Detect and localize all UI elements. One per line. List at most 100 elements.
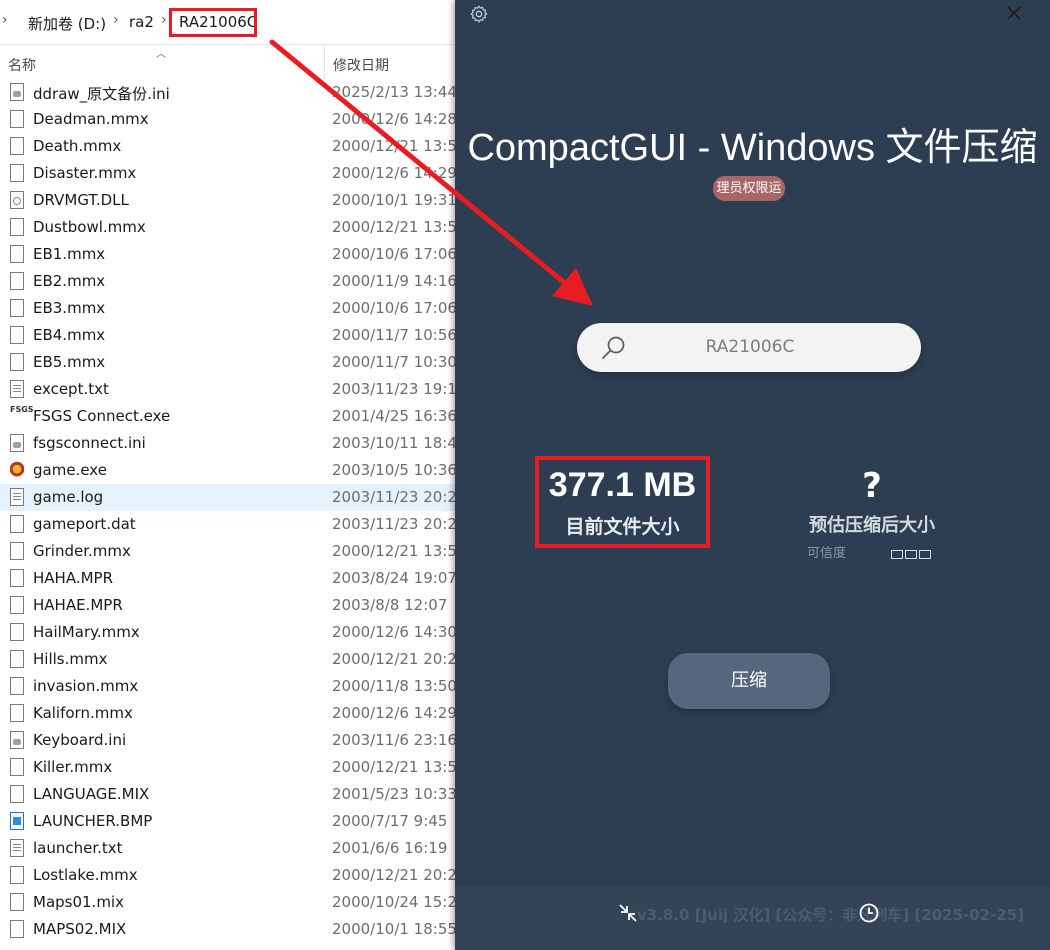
file-file-icon — [10, 110, 24, 128]
settings-gear-icon[interactable] — [469, 4, 489, 24]
file-date: 2000/12/21 20:25 — [332, 866, 467, 884]
file-file-icon — [10, 245, 24, 263]
file-row[interactable]: EB2.mmx 2000/11/9 14:16 — [0, 268, 460, 295]
file-name: FSGS Connect.exe — [33, 407, 171, 425]
file-row[interactable]: LAUNCHER.BMP 2000/7/17 9:45 — [0, 808, 460, 835]
file-row[interactable]: HailMary.mmx 2000/12/6 14:30 — [0, 619, 460, 646]
file-row[interactable]: Keyboard.ini 2003/11/6 23:16 — [0, 727, 460, 754]
current-size-value: 377.1 MB — [548, 466, 697, 504]
file-file-icon — [10, 272, 24, 290]
file-file-icon — [10, 704, 24, 722]
selected-folder-name: RA21006C — [705, 337, 795, 357]
file-row[interactable]: EB4.mmx 2000/11/7 10:56 — [0, 322, 460, 349]
chevron-right-icon: › — [161, 12, 167, 28]
file-file-icon — [10, 758, 24, 776]
chevron-right-icon: › — [2, 12, 8, 28]
file-name: Death.mmx — [33, 137, 122, 155]
file-row[interactable]: HAHAE.MPR 2003/8/8 12:07 — [0, 592, 460, 619]
compress-button[interactable]: 压缩 — [668, 653, 830, 709]
file-date: 2000/12/21 13:50 — [332, 137, 467, 155]
file-file-icon — [10, 218, 24, 236]
file-date: 2003/11/23 19:11 — [332, 380, 467, 398]
file-row[interactable]: ddraw_原文备份.ini 2025/2/13 13:44 — [0, 79, 460, 106]
file-date: 2001/6/6 16:19 — [332, 839, 448, 857]
confidence-label: 可信度 — [807, 546, 847, 561]
file-row[interactable]: Disaster.mmx 2000/12/6 14:29 — [0, 160, 460, 187]
chevron-right-icon: › — [113, 12, 119, 28]
file-name: Grinder.mmx — [33, 542, 131, 560]
file-name: invasion.mmx — [33, 677, 139, 695]
file-name: except.txt — [33, 380, 109, 398]
file-file-icon — [10, 893, 24, 911]
file-name: HailMary.mmx — [33, 623, 140, 641]
file-row[interactable]: EB5.mmx 2000/11/7 10:30 — [0, 349, 460, 376]
file-date: 2000/7/17 9:45 — [332, 812, 448, 830]
file-row[interactable]: Death.mmx 2000/12/21 13:50 — [0, 133, 466, 160]
file-date: 2003/8/8 12:07 — [332, 596, 448, 614]
file-name: Kaliforn.mmx — [33, 704, 133, 722]
column-header-date[interactable]: 修改日期 — [333, 55, 389, 75]
file-row[interactable]: game.exe 2003/10/5 10:36 — [0, 457, 460, 484]
file-row[interactable]: DRVMGT.DLL 2000/10/1 19:31 — [0, 187, 460, 214]
estimated-size-value: ? — [862, 466, 882, 506]
file-file-icon — [10, 785, 24, 803]
file-row[interactable]: MAPS02.MIX 2000/10/1 18:55 — [0, 916, 460, 943]
file-row[interactable]: launcher.txt 2001/6/6 16:19 — [0, 835, 460, 862]
file-date: 2003/8/24 19:07 — [332, 569, 457, 587]
clock-icon[interactable] — [858, 902, 880, 924]
file-row[interactable]: EB3.mmx 2000/10/6 17:06 — [0, 295, 460, 322]
file-date: 2001/5/23 10:33 — [332, 785, 457, 803]
file-ini-icon — [10, 83, 24, 101]
estimated-size-label: 预估压缩后大小 — [809, 515, 935, 536]
file-row[interactable]: Killer.mmx 2000/12/21 13:50 — [0, 754, 466, 781]
confidence-indicator — [891, 544, 933, 563]
file-row[interactable]: Grinder.mmx 2000/12/21 13:50 — [0, 538, 466, 565]
file-name: DRVMGT.DLL — [33, 191, 129, 209]
file-row[interactable]: gameport.dat 2003/11/23 20:22 — [0, 511, 466, 538]
file-row[interactable]: Hills.mmx 2000/12/21 20:25 — [0, 646, 466, 673]
file-row[interactable]: HAHA.MPR 2003/8/24 19:07 — [0, 565, 460, 592]
file-file-icon — [10, 650, 24, 668]
file-row[interactable]: game.log 2003/11/23 20:22 — [0, 484, 466, 511]
file-row[interactable]: fsgsconnect.ini 2003/10/11 18:47 — [0, 430, 466, 457]
breadcrumb-ra2[interactable]: ra2 — [129, 13, 154, 31]
file-ini-icon — [10, 731, 24, 749]
file-date: 2003/10/11 18:47 — [332, 434, 467, 452]
column-divider[interactable] — [324, 45, 325, 79]
file-file-icon — [10, 326, 24, 344]
file-date: 2000/11/7 10:56 — [332, 326, 457, 344]
file-name: Keyboard.ini — [33, 731, 127, 749]
file-name: EB4.mmx — [33, 326, 106, 344]
file-date: 2000/10/6 17:06 — [332, 299, 457, 317]
close-icon[interactable] — [1003, 2, 1025, 24]
file-txt-icon — [10, 488, 24, 506]
file-date: 2001/4/25 16:36 — [332, 407, 457, 425]
file-date: 2003/11/23 20:22 — [332, 488, 467, 506]
file-name: LANGUAGE.MIX — [33, 785, 150, 803]
file-name: HAHAE.MPR — [33, 596, 123, 614]
file-row[interactable]: except.txt 2003/11/23 19:11 — [0, 376, 466, 403]
file-row[interactable]: Deadman.mmx 2000/12/6 14:28 — [0, 106, 460, 133]
file-row[interactable]: Maps01.mix 2000/10/24 15:28 — [0, 889, 466, 916]
column-header-name[interactable]: 名称 — [8, 55, 36, 75]
file-date: 2000/12/6 14:29 — [332, 164, 457, 182]
file-name: EB2.mmx — [33, 272, 106, 290]
sort-ascending-icon: ︿ — [156, 49, 166, 60]
file-row[interactable]: Kaliforn.mmx 2000/12/6 14:29 — [0, 700, 460, 727]
compactgui-window: CompactGUI - Windows 文件压缩 理员权限运 RA21006C… — [455, 0, 1050, 950]
file-row[interactable]: EB1.mmx 2000/10/6 17:06 — [0, 241, 460, 268]
file-row[interactable]: Lostlake.mmx 2000/12/21 20:25 — [0, 862, 466, 889]
file-row[interactable]: FSGS FSGS Connect.exe 2001/4/25 16:36 — [0, 403, 460, 430]
folder-select-box[interactable]: RA21006C — [577, 323, 921, 372]
compress-arrows-icon — [619, 904, 637, 922]
file-date: 2000/11/9 14:16 — [332, 272, 457, 290]
file-row[interactable]: invasion.mmx 2000/11/8 13:50 — [0, 673, 460, 700]
breadcrumb-drive[interactable]: 新加卷 (D:) — [28, 13, 106, 34]
file-row[interactable]: LANGUAGE.MIX 2001/5/23 10:33 — [0, 781, 460, 808]
footer-bar: v3.8.0 [Juij 汉化] [公众号：非凡列车] [2025-02-25] — [455, 886, 1050, 950]
file-row[interactable]: Dustbowl.mmx 2000/12/21 13:50 — [0, 214, 466, 241]
file-date: 2000/12/6 14:30 — [332, 623, 457, 641]
file-name: game.log — [33, 488, 104, 506]
file-name: Hills.mmx — [33, 650, 108, 668]
file-date: 2000/11/7 10:30 — [332, 353, 457, 371]
